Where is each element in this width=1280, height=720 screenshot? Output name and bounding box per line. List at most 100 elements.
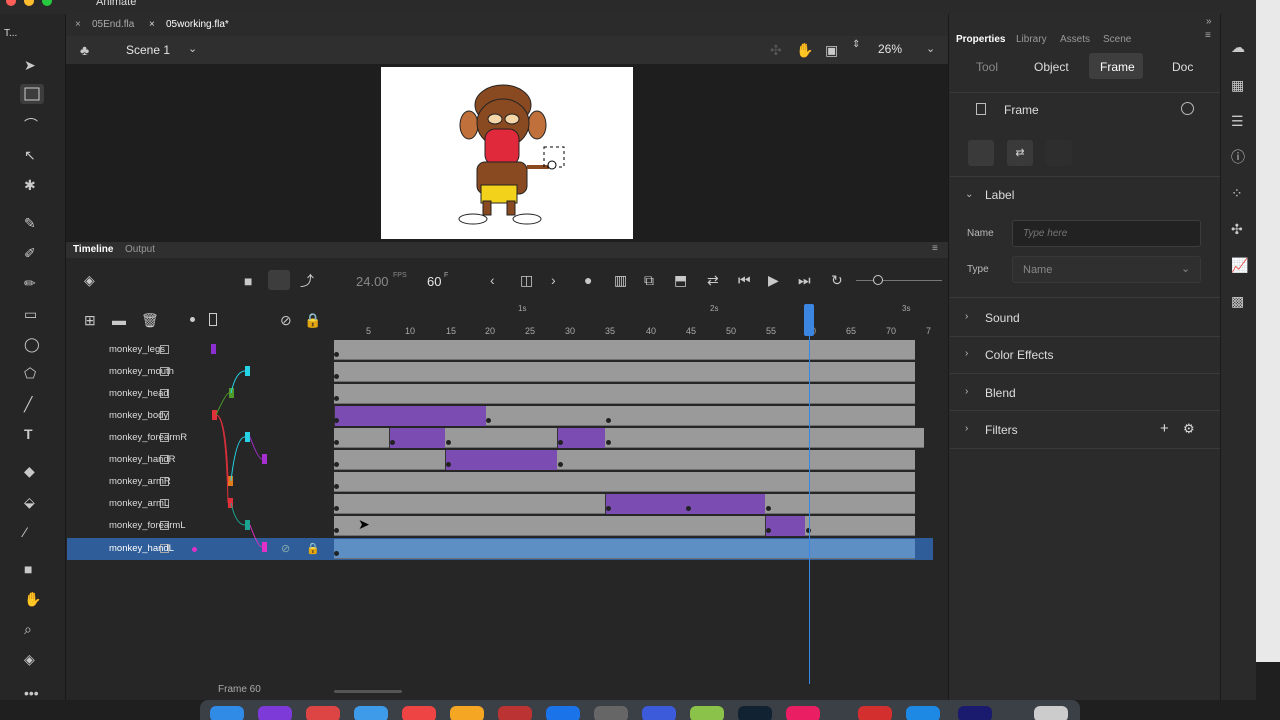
more-tools-icon[interactable]: ••• <box>24 686 39 700</box>
section-blend[interactable]: Blend <box>985 386 1016 400</box>
frame-track[interactable] <box>334 340 915 360</box>
frame-track[interactable] <box>334 428 924 448</box>
timeline-zoom-slider[interactable] <box>856 280 942 281</box>
tab-05working[interactable]: × 05working.fla* <box>144 14 229 36</box>
maps-dock-icon[interactable] <box>690 706 724 720</box>
scene-name[interactable]: Scene 1 <box>126 43 170 57</box>
keyframe[interactable] <box>334 440 339 445</box>
motion-tween[interactable] <box>334 406 486 426</box>
layer-color-dot[interactable] <box>192 547 197 552</box>
motion-tween[interactable] <box>389 428 445 448</box>
motion-tween[interactable] <box>557 428 605 448</box>
panel-menu-icon[interactable]: ≡ <box>932 243 938 254</box>
pin-tool-icon[interactable]: ✱ <box>24 178 36 192</box>
frame-track[interactable] <box>334 516 915 536</box>
loop-icon[interactable]: ⬒ <box>674 273 687 287</box>
keyframe[interactable] <box>334 484 339 489</box>
subtab-frame[interactable]: Frame <box>1100 60 1135 74</box>
keyframe[interactable] <box>446 462 451 467</box>
align-panel-icon[interactable]: ☰ <box>1231 114 1244 128</box>
keyframe[interactable] <box>606 506 611 511</box>
color-panel-icon[interactable]: ⁘ <box>1231 186 1243 200</box>
keyframe[interactable] <box>334 462 339 467</box>
frame-track[interactable] <box>334 362 915 382</box>
play-icon[interactable]: ▶ <box>768 273 779 287</box>
assets-panel-icon[interactable]: ☁ <box>1231 40 1245 54</box>
type-select[interactable]: Name ⌄ <box>1012 256 1201 283</box>
snap-icon[interactable]: ✣ <box>770 43 782 57</box>
collapse-panel-icon[interactable]: » <box>1206 16 1212 27</box>
convert-to-keyframe-icon[interactable] <box>968 140 994 166</box>
keyframe[interactable] <box>766 506 771 511</box>
clip-content-icon[interactable]: ▣ <box>825 43 838 57</box>
subselection-tool-icon[interactable]: ↖ <box>24 148 36 162</box>
section-color-effects[interactable]: Color Effects <box>985 348 1053 362</box>
frame-name-input[interactable] <box>1012 220 1201 247</box>
chevron-right-icon[interactable]: › <box>965 311 968 322</box>
keyframe[interactable] <box>606 418 611 423</box>
app-dock-icon[interactable] <box>498 706 532 720</box>
selection-tool-icon[interactable]: ➤ <box>24 58 36 72</box>
hidden-eye-icon[interactable]: ⊘ <box>281 542 290 555</box>
eraser-tool-icon[interactable]: ◆ <box>24 464 35 478</box>
swap-frame-icon[interactable]: ⇄ <box>1007 140 1033 166</box>
eyedropper-tool-icon[interactable]: ⁄ <box>24 525 26 539</box>
acrobat-dock-icon[interactable] <box>858 706 892 720</box>
paint-brush-icon[interactable]: ✐ <box>24 246 36 260</box>
pencil-tool-icon[interactable]: ✏ <box>24 276 36 290</box>
section-filters[interactable]: Filters <box>985 423 1018 437</box>
lasso-tool-icon[interactable]: ⌒ <box>24 118 38 132</box>
keyframe[interactable] <box>334 352 339 357</box>
fps-value[interactable]: 24.00 <box>356 274 389 289</box>
zoom-window-icon[interactable] <box>42 0 52 6</box>
tab-05end[interactable]: × 05End.fla <box>70 14 134 36</box>
subtab-tool[interactable]: Tool <box>976 60 998 74</box>
lock-icon[interactable]: 🔒 <box>304 313 321 327</box>
visibility-icon[interactable]: ⊘ <box>280 313 292 327</box>
brush-tool-icon[interactable]: ✎ <box>24 216 36 230</box>
free-transform-tool-icon[interactable] <box>20 84 44 104</box>
new-layer-icon[interactable]: ⊞ <box>84 313 96 327</box>
hand-tool-icon[interactable]: ✋ <box>24 592 41 606</box>
keyframe[interactable] <box>334 374 339 379</box>
keyframe[interactable] <box>390 440 395 445</box>
frame-track[interactable] <box>334 384 915 404</box>
frame-ruler[interactable] <box>334 304 934 338</box>
keyframe[interactable] <box>334 396 339 401</box>
siri-dock-icon[interactable] <box>258 706 292 720</box>
next-keyframe-icon[interactable]: › <box>551 273 556 287</box>
polystar-tool-icon[interactable]: ⬠ <box>24 366 36 380</box>
rectangle-tool-icon[interactable]: ▭ <box>24 307 37 321</box>
finder-dock-icon[interactable] <box>210 706 244 720</box>
edit-multiple-frames-icon[interactable]: ⧉ <box>644 273 654 287</box>
frame-track[interactable] <box>334 494 915 514</box>
chevron-right-icon[interactable]: › <box>965 386 968 397</box>
create-tween-icon[interactable]: ⇄ <box>707 273 719 287</box>
onion-outline-icon[interactable]: ▥ <box>614 273 627 287</box>
layer-parenting-icon[interactable] <box>268 270 290 290</box>
zoom-value[interactable]: 26% <box>878 42 902 56</box>
close-window-icon[interactable] <box>6 0 16 6</box>
keyframe[interactable] <box>686 506 691 511</box>
motion-tween[interactable] <box>605 494 765 514</box>
files-dock-icon[interactable] <box>906 706 940 720</box>
music-dock-icon[interactable] <box>786 706 820 720</box>
keyframe[interactable] <box>334 528 339 533</box>
keyframe[interactable] <box>334 506 339 511</box>
paint-bucket-icon[interactable]: ⬙ <box>24 495 35 509</box>
browser-dock-icon[interactable] <box>642 706 676 720</box>
panel-menu-icon[interactable]: ≡ <box>1205 30 1211 41</box>
tab-timeline[interactable]: Timeline <box>73 244 113 255</box>
step-forward-icon[interactable]: ⏭ <box>798 273 811 287</box>
close-tab-icon[interactable]: × <box>149 14 155 36</box>
graph-icon[interactable]: ⤴ <box>300 274 314 288</box>
tab-output[interactable]: Output <box>125 244 155 255</box>
subtab-object[interactable]: Object <box>1034 60 1069 74</box>
loop-playback-icon[interactable]: ↻ <box>831 273 843 287</box>
chevron-down-icon[interactable]: ⌄ <box>926 42 935 55</box>
components-panel-icon[interactable]: ✣ <box>1231 222 1243 236</box>
horizontal-scrollbar[interactable] <box>334 690 402 693</box>
photos-dock-icon[interactable] <box>450 706 484 720</box>
keyframe[interactable] <box>558 440 563 445</box>
search-dock-icon[interactable] <box>594 706 628 720</box>
